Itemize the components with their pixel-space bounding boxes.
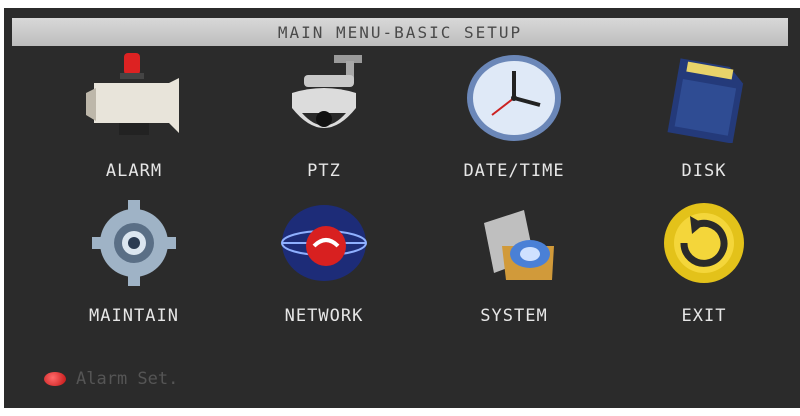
exit-icon (664, 203, 744, 283)
menu-label: DISK (681, 161, 727, 181)
siren-icon (86, 53, 179, 135)
menu-item-date-time[interactable]: DATE/TIME (424, 53, 604, 193)
system-settings-icon (484, 210, 554, 280)
menu-label: ALARM (105, 161, 163, 181)
status-text: Alarm Set. (76, 369, 179, 389)
sd-card-icon (667, 58, 744, 143)
menu-label: NETWORK (284, 306, 364, 326)
menu-item-system[interactable]: SYSTEM (424, 198, 604, 338)
menu-item-maintain[interactable]: MAINTAIN (44, 198, 224, 338)
status-bar: Alarm Set. (44, 366, 178, 392)
menu-item-network[interactable]: NETWORK (234, 198, 414, 338)
main-menu-screen: MAIN MENU-BASIC SETUP ALARM PTZ DATE/TIM… (4, 8, 800, 408)
menu-item-exit[interactable]: EXIT (614, 198, 794, 338)
page-title: MAIN MENU-BASIC SETUP (12, 18, 788, 46)
menu-item-disk[interactable]: DISK (614, 53, 794, 193)
menu-label: DATE/TIME (463, 161, 565, 181)
alarm-indicator-icon (44, 372, 66, 386)
menu-item-alarm[interactable]: ALARM (44, 53, 224, 193)
menu-label: SYSTEM (480, 306, 548, 326)
network-globe-icon (281, 205, 367, 281)
clock-icon (467, 55, 561, 141)
menu-label: MAINTAIN (89, 306, 179, 326)
dome-camera-icon (292, 55, 362, 128)
gear-icon (92, 200, 176, 286)
menu-label: PTZ (307, 161, 341, 181)
menu-label: EXIT (681, 306, 727, 326)
menu-item-ptz[interactable]: PTZ (234, 53, 414, 193)
